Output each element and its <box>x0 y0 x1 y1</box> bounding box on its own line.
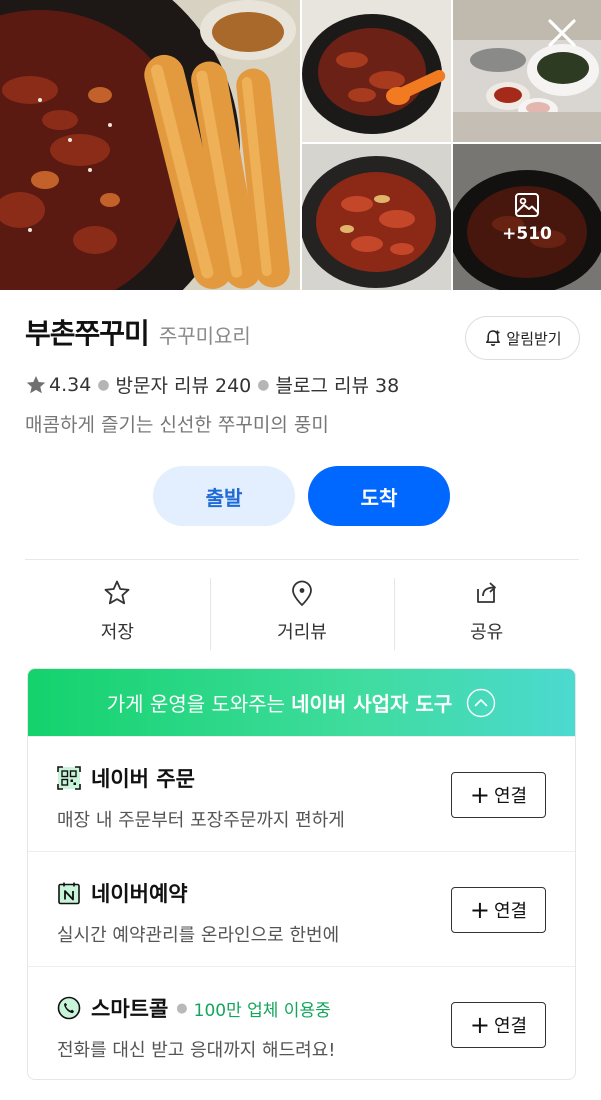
connect-button-naver-booking[interactable]: + 연결 <box>451 887 546 933</box>
photo-gallery: +510 <box>0 0 601 290</box>
image-icon <box>515 193 539 217</box>
chevron-up-icon[interactable] <box>466 688 496 718</box>
map-pin-icon <box>292 580 312 606</box>
separator-dot: ● <box>97 376 110 393</box>
photo-thumb-1[interactable] <box>302 0 451 142</box>
tool-row-smart-call: 스마트콜 ● 100만 업체 이용중 전화를 대신 받고 응대까지 해드려요! … <box>28 966 575 1079</box>
plus-icon: + <box>469 896 490 924</box>
separator-dot: ● <box>257 376 270 393</box>
place-name: 부촌쭈꾸미 <box>25 317 150 350</box>
tool-title: 네이버 주문 <box>91 767 195 791</box>
photo-thumb-3[interactable] <box>302 144 451 290</box>
photo-more[interactable]: +510 <box>453 144 601 290</box>
place-description: 매콤하게 즐기는 신선한 쭈꾸미의 풍미 <box>25 414 329 436</box>
business-tools-header-title: 네이버 사업자 도구 <box>291 692 453 716</box>
tool-description: 매장 내 주문부터 포장주문까지 편하게 <box>57 810 345 831</box>
connect-button-label: 연결 <box>493 1016 528 1037</box>
connect-button-label: 연결 <box>493 901 528 922</box>
blog-review-link[interactable]: 블로그 리뷰 38 <box>276 371 400 398</box>
action-bar: 저장 거리뷰 공유 <box>25 578 579 650</box>
close-icon <box>548 19 576 47</box>
separator-dot: ● <box>176 1000 188 1016</box>
star-filled-icon <box>26 375 46 393</box>
route-buttons: 출발 도착 <box>0 466 601 526</box>
business-tools-header[interactable]: 가게 운영을 도와주는 네이버 사업자 도구 <box>28 669 575 736</box>
share-action[interactable]: 공유 <box>394 578 579 650</box>
close-button[interactable] <box>545 16 579 50</box>
more-photos-overlay[interactable]: +510 <box>453 144 601 290</box>
share-action-label: 공유 <box>470 622 504 643</box>
tool-title: 스마트콜 <box>91 997 169 1021</box>
phone-icon <box>57 996 81 1020</box>
tool-description: 실시간 예약관리를 온라인으로 한번에 <box>57 925 340 946</box>
business-tools-header-prefix: 가게 운영을 도와주는 <box>106 692 286 716</box>
place-info: 부촌쭈꾸미 주꾸미요리 알림받기 4.34 ● 방문자 리뷰 240 ● 블로그… <box>25 312 580 437</box>
business-tools-card: 가게 운영을 도와주는 네이버 사업자 도구 네이버 주문 매장 내 주문부터 … <box>27 668 576 1080</box>
save-action[interactable]: 저장 <box>25 578 210 650</box>
tool-row-naver-order: 네이버 주문 매장 내 주문부터 포장주문까지 편하게 + 연결 <box>28 736 575 851</box>
rating-value: 4.34 <box>49 373 92 396</box>
alarm-button[interactable]: 알림받기 <box>465 316 580 360</box>
plus-icon: + <box>469 781 490 809</box>
share-icon <box>476 582 496 603</box>
photo-main[interactable] <box>0 0 300 290</box>
street-view-action[interactable]: 거리뷰 <box>209 578 395 650</box>
tool-badge: 100만 업체 이용중 <box>193 1000 331 1021</box>
divider <box>25 559 579 560</box>
depart-button[interactable]: 출발 <box>153 466 295 526</box>
tool-title: 네이버예약 <box>91 882 188 906</box>
place-category: 주꾸미요리 <box>158 324 251 348</box>
arrive-button[interactable]: 도착 <box>308 466 450 526</box>
street-view-action-label: 거리뷰 <box>277 622 327 643</box>
plus-icon: + <box>469 1011 490 1039</box>
visitor-review-link[interactable]: 방문자 리뷰 240 <box>116 371 252 398</box>
tool-row-naver-booking: 네이버예약 실시간 예약관리를 온라인으로 한번에 + 연결 <box>28 851 575 966</box>
qr-code-icon <box>57 766 81 790</box>
alarm-button-label: 알림받기 <box>506 329 562 348</box>
tool-description: 전화를 대신 받고 응대까지 해드려요! <box>57 1040 336 1061</box>
star-icon <box>104 580 130 605</box>
calendar-n-icon <box>58 882 80 905</box>
connect-button-label: 연결 <box>493 786 528 807</box>
connect-button-naver-order[interactable]: + 연결 <box>451 772 546 818</box>
more-photos-count: +510 <box>502 224 552 244</box>
save-action-label: 저장 <box>100 622 134 643</box>
connect-button-smart-call[interactable]: + 연결 <box>451 1002 546 1048</box>
bell-plus-icon <box>486 330 501 346</box>
